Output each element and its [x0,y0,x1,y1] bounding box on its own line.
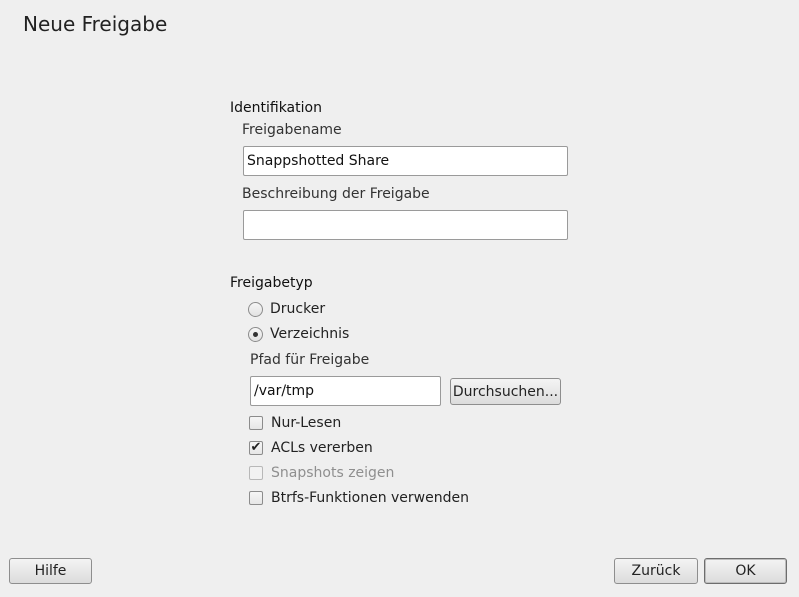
radio-button-icon[interactable] [248,301,263,317]
help-button[interactable]: Hilfe [9,558,92,584]
checkbox-icon[interactable] [249,491,263,505]
checkbox-read-only[interactable]: Nur-Lesen [249,415,341,431]
back-button[interactable]: Zurück [614,558,698,584]
checkmark-icon[interactable]: ✔ [249,441,263,455]
checkbox-inherit-acls[interactable]: ✔ ACLs vererben [249,440,373,456]
radio-printer-label: Drucker [270,301,326,317]
radio-directory[interactable]: Verzeichnis [248,326,349,342]
description-input[interactable] [243,210,568,240]
identification-heading: Identifikation [230,100,322,116]
description-label: Beschreibung der Freigabe [242,186,430,202]
browse-button[interactable]: Durchsuchen... [450,378,561,405]
radio-printer[interactable]: Drucker [248,301,325,317]
radio-directory-label: Verzeichnis [270,326,350,342]
share-name-input[interactable] [243,146,568,176]
share-name-label: Freigabename [242,122,342,138]
checkbox-btrfs-features-label: Btrfs-Funktionen verwenden [271,490,469,506]
path-label: Pfad für Freigabe [250,352,370,368]
checkbox-icon[interactable] [249,416,263,430]
checkbox-inherit-acls-label: ACLs vererben [271,440,373,456]
ok-button[interactable]: OK [704,558,787,584]
share-type-heading: Freigabetyp [230,275,313,291]
path-input[interactable] [250,376,441,406]
checkbox-disabled-icon [249,466,263,480]
checkbox-show-snapshots-label: Snapshots zeigen [271,465,395,481]
radio-button-checked-icon[interactable] [248,326,263,342]
checkbox-btrfs-features[interactable]: Btrfs-Funktionen verwenden [249,490,469,506]
checkbox-show-snapshots: Snapshots zeigen [249,465,394,481]
dialog-title: Neue Freigabe [23,12,168,36]
checkbox-read-only-label: Nur-Lesen [271,415,342,431]
